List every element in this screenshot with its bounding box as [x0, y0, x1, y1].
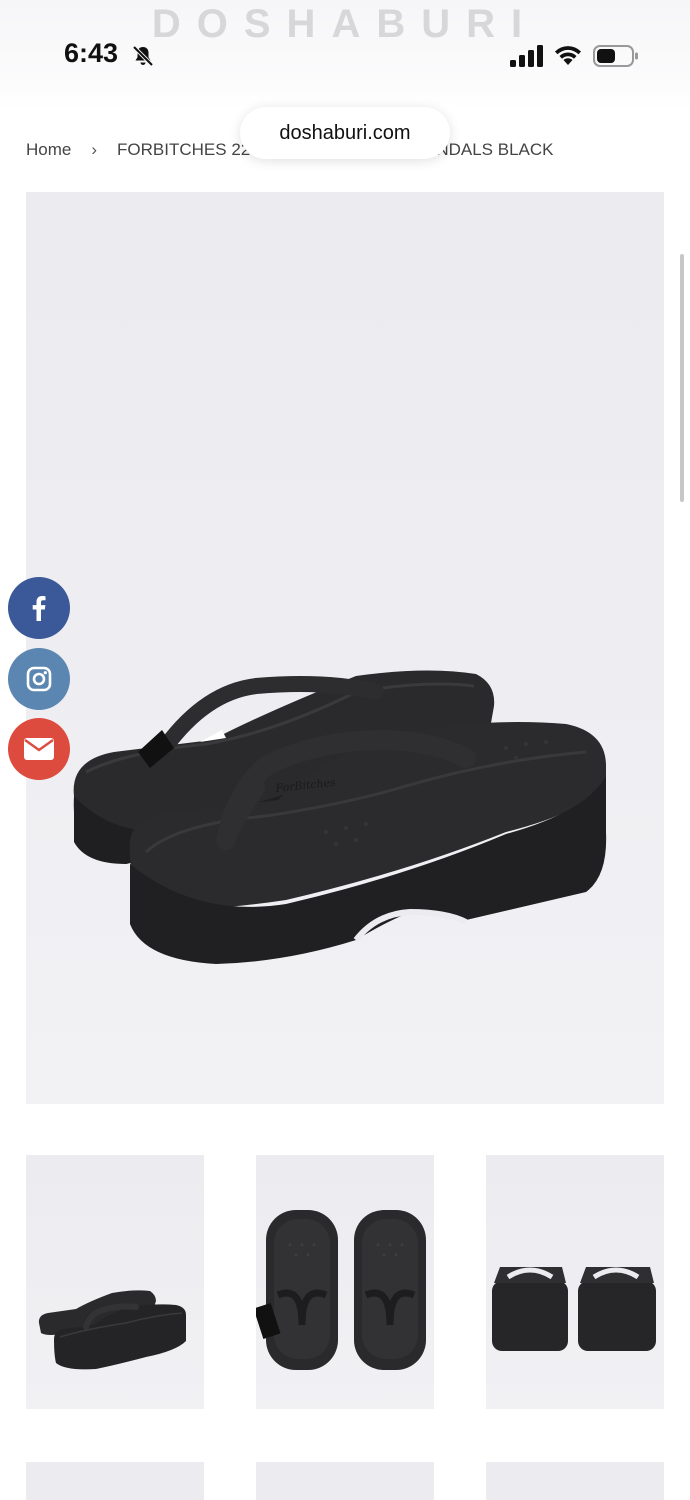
breadcrumb-chevron-icon: › — [91, 140, 98, 159]
product-thumbnail-6[interactable] — [486, 1462, 664, 1500]
email-share-button[interactable] — [8, 718, 70, 780]
instagram-button[interactable] — [8, 648, 70, 710]
product-thumbnail-4[interactable] — [26, 1462, 204, 1500]
facebook-share-button[interactable] — [8, 577, 70, 639]
wifi-icon — [555, 46, 581, 65]
breadcrumb-home-link[interactable]: Home — [26, 140, 71, 159]
thumbnail-sandals-back — [492, 1267, 656, 1351]
sandals-illustration: ForBitches — [73, 670, 607, 964]
silent-bell-icon — [132, 45, 154, 67]
instagram-icon — [26, 666, 52, 692]
product-thumbnail-top[interactable] — [256, 1155, 434, 1409]
product-thumbnail-5[interactable] — [256, 1462, 434, 1500]
address-bar-url: doshaburi.com — [279, 121, 411, 144]
thumbnail-sandals-top — [256, 1210, 426, 1370]
cellular-signal-icon — [510, 45, 543, 67]
product-page: DOSHABURI 6:43 Home›FORBITCHES 22SS EE C… — [0, 0, 690, 1500]
battery-icon — [593, 45, 638, 67]
product-thumbnail-side[interactable] — [26, 1155, 204, 1409]
address-bar[interactable]: doshaburi.com — [240, 107, 450, 159]
product-main-image[interactable]: ForBitches — [26, 192, 664, 1104]
status-time: 6:43 — [64, 38, 119, 68]
thumbnail-sandals-side — [38, 1290, 186, 1370]
product-thumbnail-back[interactable] — [486, 1155, 664, 1409]
facebook-icon — [32, 596, 46, 621]
status-bar: DOSHABURI 6:43 — [0, 0, 690, 110]
page-scrollbar[interactable] — [680, 254, 684, 502]
email-icon — [24, 738, 54, 760]
